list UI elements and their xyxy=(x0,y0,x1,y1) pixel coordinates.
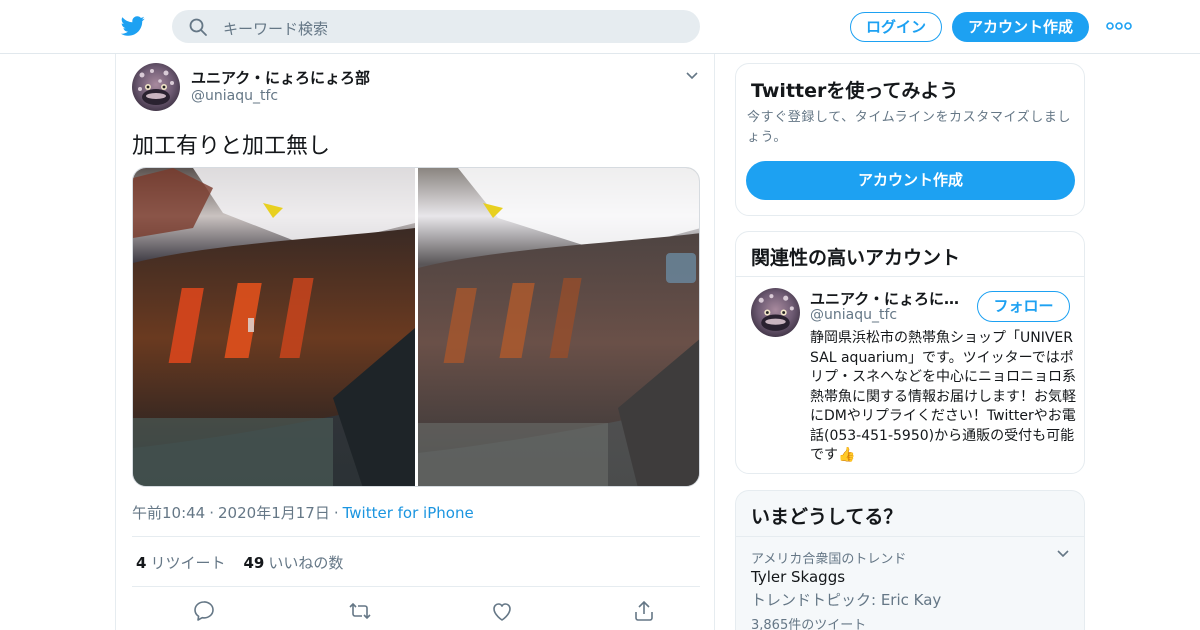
tweet-metadata: 午前10:44 · 2020年1月17日 · Twitter for iPhone xyxy=(132,504,474,522)
trends-card: いまどうしてる？ アメリカ合衆国のトレンド Tyler Skaggs トレンドト… xyxy=(735,490,1085,630)
retweet-label[interactable]: リツイート xyxy=(150,554,225,572)
trend-location: アメリカ合衆国のトレンド xyxy=(751,552,907,567)
retweet-icon[interactable] xyxy=(348,599,372,623)
like-count[interactable]: 49 xyxy=(243,554,264,572)
tweet-stats: 4 リツイート 49 いいねの数 xyxy=(136,552,343,573)
tweet-source-link[interactable]: Twitter for iPhone xyxy=(343,504,474,522)
tweet-actions xyxy=(132,599,700,625)
sidebar-signup-button[interactable]: アカウント作成 xyxy=(746,161,1075,200)
tweet-date[interactable]: 2020年1月17日 xyxy=(218,504,330,522)
more-options-icon[interactable] xyxy=(1106,18,1132,34)
like-label[interactable]: いいねの数 xyxy=(268,554,343,572)
related-account-name[interactable]: ユニアク・にょろにょろ部 xyxy=(810,288,970,309)
share-icon[interactable] xyxy=(632,599,656,623)
tweet-media[interactable] xyxy=(132,167,700,487)
related-account-handle[interactable]: @uniaqu_tfc xyxy=(810,307,897,323)
related-accounts-card: 関連性の高いアカウント ユニアク・にょろにょろ部 @uniaqu_tfc フォロ… xyxy=(735,231,1085,474)
divider xyxy=(736,536,1084,537)
trend-name[interactable]: Tyler Skaggs xyxy=(751,568,845,586)
top-navigation-bar: キーワード検索 ログイン アカウント作成 xyxy=(0,0,1200,54)
signup-card-description: 今すぐ登録して、タイムラインをカスタマイズしましょう。 xyxy=(747,110,1072,145)
follow-button[interactable]: フォロー xyxy=(977,291,1070,322)
related-accounts-title: 関連性の高いアカウント xyxy=(751,247,961,269)
chevron-down-icon[interactable] xyxy=(684,70,700,82)
divider xyxy=(132,536,700,537)
login-button[interactable]: ログイン xyxy=(850,12,942,42)
signup-card-title: Twitterを使ってみよう xyxy=(751,80,959,102)
signup-button[interactable]: アカウント作成 xyxy=(952,12,1089,42)
trend-topic: トレンドトピック: Eric Kay xyxy=(751,591,942,609)
search-bar[interactable]: キーワード検索 xyxy=(172,10,700,43)
author-name[interactable]: ユニアク・にょろにょろ部 xyxy=(191,67,370,88)
author-handle[interactable]: @uniaqu_tfc xyxy=(191,88,278,104)
tweet-text: 加工有りと加工無し xyxy=(132,134,331,159)
reply-icon[interactable] xyxy=(192,599,216,623)
photo-processed[interactable] xyxy=(133,168,415,487)
search-input[interactable]: キーワード検索 xyxy=(223,18,328,39)
tweet-time[interactable]: 午前10:44 xyxy=(132,504,205,522)
trends-title: いまどうしてる？ xyxy=(751,506,903,528)
signup-prompt-card: Twitterを使ってみよう 今すぐ登録して、タイムラインをカスタマイズしましょ… xyxy=(735,63,1085,216)
like-icon[interactable] xyxy=(490,599,514,623)
divider xyxy=(736,276,1084,277)
twitter-bird-icon[interactable] xyxy=(120,14,146,38)
tweet-permalink: ユニアク・にょろにょろ部 @uniaqu_tfc 加工有りと加工無し 午前10:… xyxy=(115,54,715,630)
retweet-count[interactable]: 4 xyxy=(136,554,146,572)
author-avatar[interactable] xyxy=(132,63,180,111)
photo-unprocessed[interactable] xyxy=(418,168,700,487)
chevron-down-icon[interactable] xyxy=(1056,549,1070,559)
related-account-bio: 静岡県浜松市の熱帯魚ショップ「UNIVERSAL aquarium」です。ツイッ… xyxy=(810,330,1076,463)
search-icon xyxy=(189,18,207,36)
related-account-avatar[interactable] xyxy=(751,288,800,337)
divider xyxy=(132,586,700,587)
trend-tweet-count: 3,865件のツイート xyxy=(751,618,867,630)
